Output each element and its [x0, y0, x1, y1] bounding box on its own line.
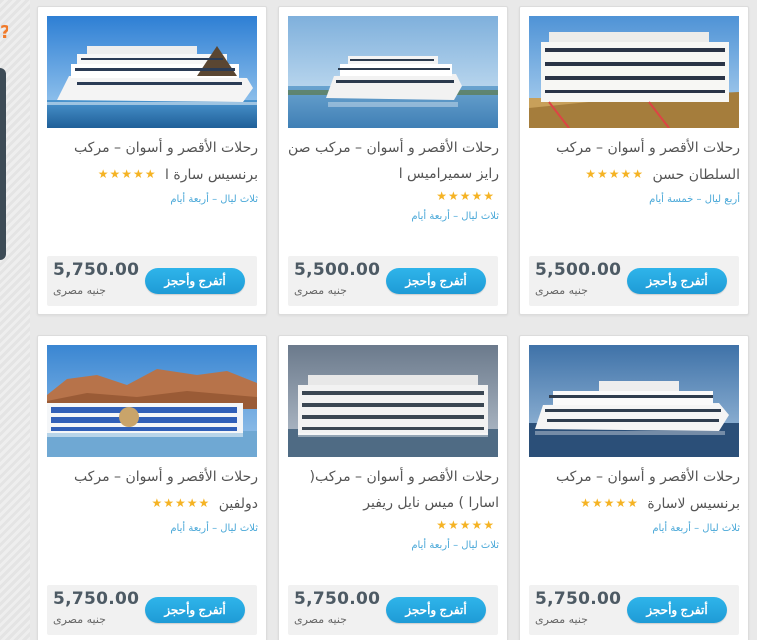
view-and-book-button[interactable]: أتفرج وأحجز [386, 597, 486, 623]
cruise-card[interactable]: رحلات الأقصر و أسوان – مركب دولفين ★★★★★… [37, 335, 267, 640]
trip-duration: ثلاث ليال – أربعة أيام [652, 523, 740, 534]
price-box: 5,500.00 جنيه مصرى أتفرج وأحجز [288, 256, 498, 306]
card-body: رحلات الأقصر و أسوان – مركب( اسارا ) ميس… [287, 464, 499, 555]
price-currency: جنيه مصرى [535, 284, 588, 297]
star-rating: ★★★★★ [585, 167, 644, 181]
trip-title[interactable]: رحلات الأقصر و أسوان – مركب السلطان حسن … [528, 135, 740, 188]
trip-title[interactable]: رحلات الأقصر و أسوان – مركب دولفين ★★★★★ [46, 464, 258, 517]
side-panel-edge [0, 68, 6, 260]
card-body: رحلات الأقصر و أسوان – مركب برنسيس لاسار… [528, 464, 740, 538]
price-currency: جنيه مصرى [294, 613, 347, 626]
price-box: 5,750.00 جنيه مصرى أتفرج وأحجز [47, 585, 257, 635]
cruise-ship-image[interactable] [47, 345, 257, 457]
price-currency: جنيه مصرى [535, 613, 588, 626]
card-body: رحلات الأقصر و أسوان – مركب برنسيس سارة … [46, 135, 258, 209]
cruise-card[interactable]: رحلات الأقصر و أسوان – مركب برنسيس لاسار… [519, 335, 749, 640]
trip-title-text[interactable]: رحلات الأقصر و أسوان – مركب صن رايز سمير… [288, 140, 499, 182]
trip-title-text[interactable]: رحلات الأقصر و أسوان – مركب السلطان حسن [556, 140, 740, 183]
trip-title-text[interactable]: رحلات الأقصر و أسوان – مركب( اسارا ) ميس… [309, 469, 499, 511]
price-box: 5,750.00 جنيه مصرى أتفرج وأحجز [47, 256, 257, 306]
price-amount: 5,500.00 [294, 260, 381, 280]
card-body: رحلات الأقصر و أسوان – مركب صن رايز سمير… [287, 135, 499, 226]
price-currency: جنيه مصرى [53, 284, 106, 297]
trip-duration: أربع ليال – خمسة أيام [649, 194, 740, 205]
trip-duration: ثلاث ليال – أربعة أيام [170, 523, 258, 534]
cruise-ship-image[interactable] [288, 345, 498, 457]
cruise-ship-image[interactable] [288, 16, 498, 128]
trip-duration: ثلاث ليال – أربعة أيام [411, 540, 499, 551]
star-rating: ★★★★★ [97, 167, 157, 181]
price-amount: 5,750.00 [535, 589, 622, 609]
card-body: رحلات الأقصر و أسوان – مركب السلطان حسن … [528, 135, 740, 209]
trip-title[interactable]: رحلات الأقصر و أسوان – مركب برنسيس سارة … [46, 135, 258, 188]
cruise-ship-image[interactable] [529, 16, 739, 128]
view-and-book-button[interactable]: أتفرج وأحجز [627, 268, 727, 294]
price-currency: جنيه مصرى [294, 284, 347, 297]
view-and-book-button[interactable]: أتفرج وأحجز [145, 268, 245, 294]
trip-duration: ثلاث ليال – أربعة أيام [170, 194, 258, 205]
price-amount: 5,750.00 [294, 589, 381, 609]
view-and-book-button[interactable]: أتفرج وأحجز [386, 268, 486, 294]
star-rating: ★★★★★ [436, 189, 495, 203]
price-amount: 5,750.00 [53, 589, 140, 609]
price-box: 5,500.00 جنيه مصرى أتفرج وأحجز [529, 256, 739, 306]
price-box: 5,750.00 جنيه مصرى أتفرج وأحجز [529, 585, 739, 635]
card-body: رحلات الأقصر و أسوان – مركب دولفين ★★★★★… [46, 464, 258, 538]
price-box: 5,750.00 جنيه مصرى أتفرج وأحجز [288, 585, 498, 635]
cruise-ship-image[interactable] [47, 16, 257, 128]
trip-title[interactable]: رحلات الأقصر و أسوان – مركب برنسيس لاسار… [528, 464, 740, 517]
view-and-book-button[interactable]: أتفرج وأحجز [627, 597, 727, 623]
cruise-card[interactable]: رحلات الأقصر و أسوان – مركب( اسارا ) ميس… [278, 335, 508, 640]
star-rating: ★★★★★ [436, 518, 495, 532]
view-and-book-button[interactable]: أتفرج وأحجز [145, 597, 245, 623]
cruise-ship-image[interactable] [529, 345, 739, 457]
price-amount: 5,750.00 [53, 260, 140, 280]
trip-duration: ثلاث ليال – أربعة أيام [411, 211, 499, 222]
price-amount: 5,500.00 [535, 260, 622, 280]
price-currency: جنيه مصرى [53, 613, 106, 626]
trip-title[interactable]: رحلات الأقصر و أسوان – مركب صن رايز سمير… [287, 135, 499, 187]
left-accent-glyph: ? [0, 22, 8, 48]
cruise-card[interactable]: رحلات الأقصر و أسوان – مركب صن رايز سمير… [278, 6, 508, 315]
cruise-card[interactable]: رحلات الأقصر و أسوان – مركب السلطان حسن … [519, 6, 749, 315]
trip-title[interactable]: رحلات الأقصر و أسوان – مركب( اسارا ) ميس… [287, 464, 499, 516]
star-rating: ★★★★★ [580, 496, 639, 510]
cruise-card[interactable]: رحلات الأقصر و أسوان – مركب برنسيس سارة … [37, 6, 267, 315]
star-rating: ★★★★★ [151, 496, 211, 510]
